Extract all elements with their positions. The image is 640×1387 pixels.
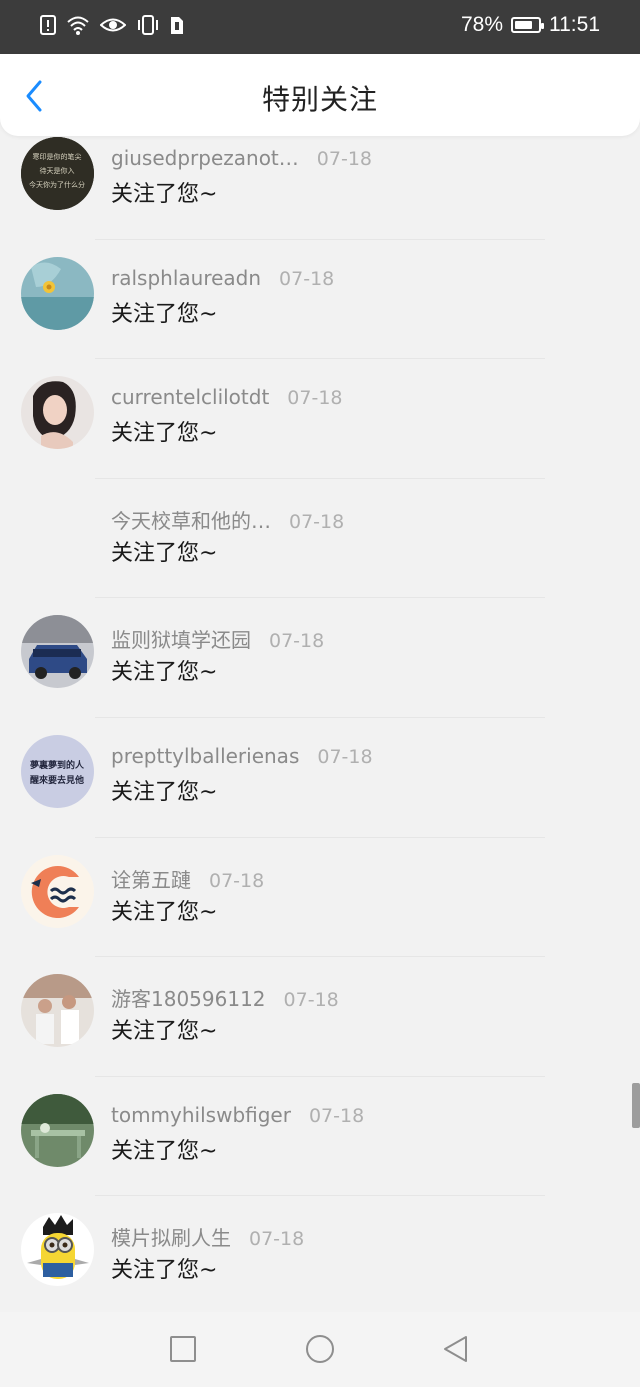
svg-text:醒來要去見他: 醒來要去見他 [30, 774, 84, 786]
message: 关注了您~ [111, 421, 218, 447]
status-icons-right: 78% 11:51 [461, 13, 600, 37]
date: 07-18 [287, 387, 343, 410]
clock: 11:51 [549, 13, 600, 36]
user-name[interactable]: tommyhilswbfiger 07-18 [111, 1103, 364, 1127]
message: 关注了您~ [111, 540, 218, 566]
avatar[interactable] [21, 854, 94, 928]
list-item[interactable]: tommyhilswbfiger 07-18 关注了您~ [0, 1077, 640, 1197]
message: 关注了您~ [111, 660, 218, 686]
wifi-icon [66, 14, 90, 36]
list-item[interactable]: 游客180596112 07-18 关注了您~ [0, 957, 640, 1077]
recents-square-icon [170, 1336, 196, 1362]
sim-icon [170, 14, 184, 36]
date: 07-18 [308, 1104, 365, 1127]
follow-list: 寒印是你的笔尖 待天是你入 今天你为了什么分 giusedprpezanot… 0… [0, 120, 640, 1312]
avatar[interactable]: 寒印是你的笔尖 待天是你入 今天你为了什么分 [21, 137, 94, 210]
list-item[interactable]: 今天校草和他的… 07-18 关注了您~ [0, 479, 640, 599]
svg-text:寒印是你的笔尖: 寒印是你的笔尖 [33, 152, 82, 161]
message: 关注了您~ [111, 899, 218, 925]
avatar[interactable] [21, 376, 94, 450]
user-name[interactable]: 今天校草和他的… 07-18 [111, 505, 344, 534]
page-title: 特别关注 [261, 83, 378, 116]
user-name[interactable]: prepttylballerienas 07-18 [111, 744, 373, 768]
user-name[interactable]: 诠第五蹥 07-18 [111, 864, 264, 893]
date: 07-18 [269, 630, 325, 653]
user-name[interactable]: currentelclilotdt 07-18 [111, 385, 343, 409]
message: 关注了您~ [111, 301, 218, 327]
alert-icon [40, 14, 56, 36]
back-nav-button[interactable] [440, 1334, 470, 1364]
date: 07-18 [283, 989, 339, 1012]
status-icons-left [40, 14, 184, 36]
date: 07-18 [316, 148, 372, 170]
system-nav-bar [0, 1312, 640, 1387]
list-item[interactable]: 诠第五蹥 07-18 关注了您~ [0, 838, 640, 958]
scrollbar-thumb[interactable] [632, 1083, 640, 1128]
user-name[interactable]: 监则狱填学还园 07-18 [111, 624, 324, 653]
home-circle-icon [306, 1335, 334, 1363]
list-item[interactable]: 夢裏夢到的人 醒來要去見他 prepttylballerienas 07-18 关… [0, 718, 640, 838]
user-name[interactable]: giusedprpezanot… 07-18 [111, 146, 372, 170]
message: 关注了您~ [111, 1019, 218, 1045]
user-name[interactable]: 模片拟刷人生 07-18 [111, 1222, 304, 1251]
back-triangle-icon [444, 1336, 467, 1362]
battery-percent: 78% [460, 13, 503, 36]
message: 关注了您~ [111, 779, 218, 805]
user-name[interactable]: ralsphlaureadn 07-18 [111, 266, 334, 290]
avatar[interactable] [21, 256, 94, 330]
user-name[interactable]: 游客180596112 07-18 [111, 983, 339, 1012]
list-item[interactable]: currentelclilotdt 07-18 关注了您~ [0, 359, 640, 479]
list-item[interactable]: 监则狱填学还园 07-18 关注了您~ [0, 598, 640, 718]
svg-text:夢裏夢到的人: 夢裏夢到的人 [30, 759, 85, 771]
list-item[interactable]: 模片拟刷人生 07-18 关注了您~ [0, 1196, 640, 1312]
message: 关注了您~ [111, 1138, 218, 1164]
battery-icon [511, 17, 544, 33]
date: 07-18 [289, 510, 345, 533]
avatar[interactable] [21, 496, 94, 569]
date: 07-18 [249, 1228, 305, 1251]
avatar[interactable] [21, 974, 94, 1048]
list-item[interactable]: 寒印是你的笔尖 待天是你入 今天你为了什么分 giusedprpezanot… 0… [0, 120, 640, 240]
avatar[interactable] [21, 1213, 94, 1287]
home-button[interactable] [305, 1334, 335, 1364]
message: 关注了您~ [111, 182, 218, 207]
avatar[interactable]: 夢裏夢到的人 醒來要去見他 [21, 734, 94, 808]
recents-button[interactable] [168, 1334, 198, 1364]
date: 07-18 [209, 869, 265, 892]
avatar[interactable] [21, 615, 94, 689]
eye-icon [99, 14, 127, 36]
date: 07-18 [317, 745, 373, 768]
message: 关注了您~ [111, 1258, 218, 1284]
date: 07-18 [279, 267, 335, 290]
svg-text:待天是你入: 待天是你入 [40, 166, 75, 175]
status-bar: 78% 11:51 [0, 0, 640, 54]
list-item[interactable]: ralsphlaureadn 07-18 关注了您~ [0, 240, 640, 360]
svg-text:今天你为了什么分: 今天你为了什么分 [29, 180, 85, 189]
avatar[interactable] [21, 1093, 94, 1167]
vibrate-icon [136, 14, 160, 36]
